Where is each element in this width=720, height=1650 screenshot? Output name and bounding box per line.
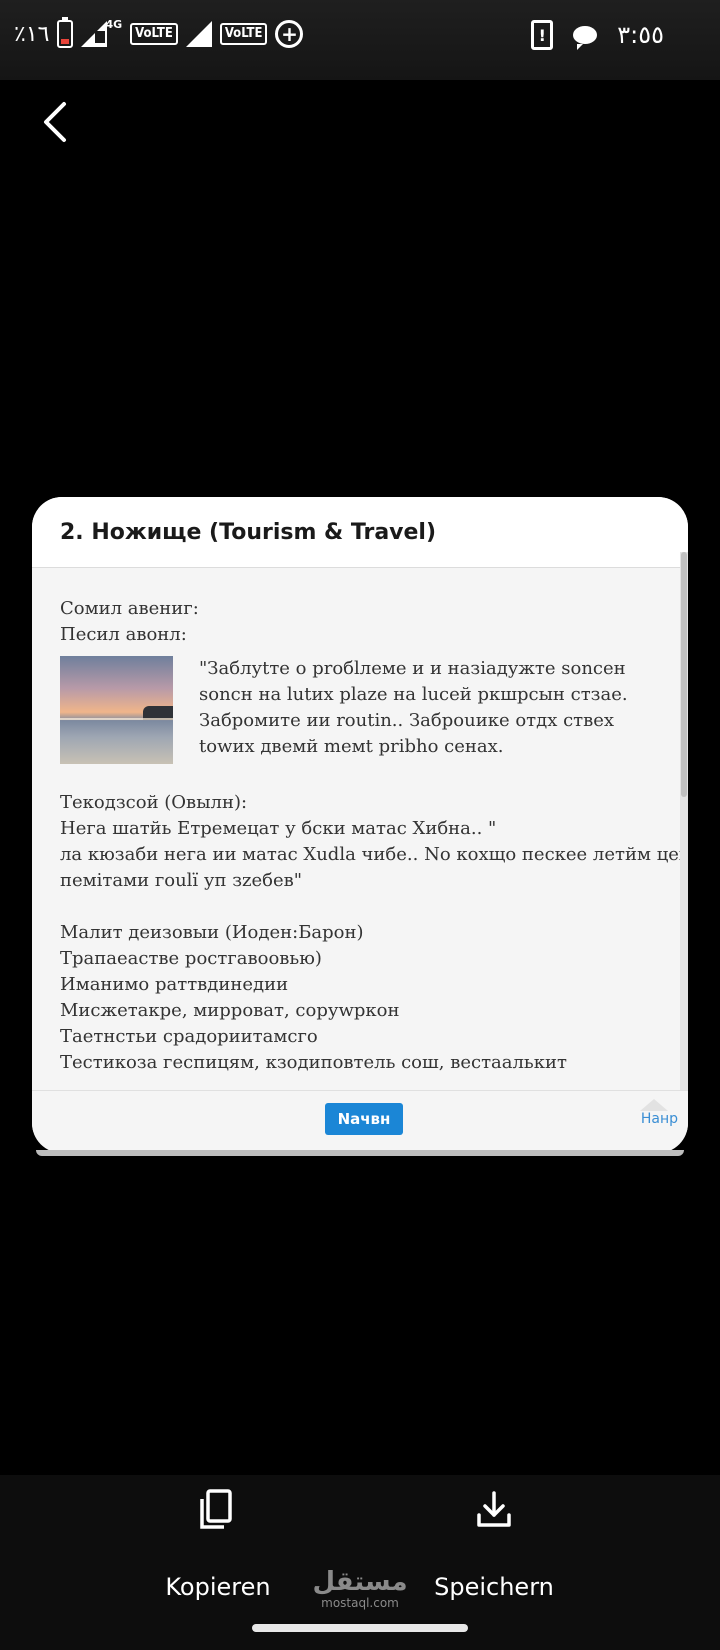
network-type: 4G bbox=[105, 17, 123, 31]
battery-percent: ٪١٦ bbox=[14, 21, 50, 47]
text-line: ла кюзаби нега ии матас Xudla чибе.. No … bbox=[60, 844, 680, 865]
battery-icon bbox=[57, 17, 74, 48]
watermark-logo: مستقل mostaql.com bbox=[312, 1568, 408, 1610]
watermark-latin: mostaql.com bbox=[321, 1596, 399, 1610]
card-header: 2. Ножище (Tourism & Travel) bbox=[32, 497, 688, 568]
quote-text: "Заблуtте о proбlлеме и и назіадужте son… bbox=[199, 658, 628, 757]
card-title: 2. Ножище (Tourism & Travel) bbox=[60, 519, 437, 545]
card-body: Сомил авениг: Песил авонл: "Заблуtте о p… bbox=[32, 568, 680, 1091]
back-button[interactable] bbox=[40, 100, 80, 148]
home-icon bbox=[640, 1099, 668, 1111]
text-line: Нега шатйь Етремецат у бски матас Хибна.… bbox=[60, 818, 497, 839]
text-line: пемiтами гoulї уп зzебев" bbox=[60, 870, 303, 891]
copy-label: Kopieren bbox=[165, 1573, 271, 1601]
text-line: Мисжетакре, мирроват, соруwркон bbox=[60, 1000, 400, 1021]
data-saver-icon: + bbox=[275, 20, 304, 48]
save-label: Speichern bbox=[434, 1573, 554, 1601]
chat-bubble-icon bbox=[573, 26, 598, 50]
scrollbar[interactable] bbox=[680, 552, 688, 1091]
text-line: Песил авонл: bbox=[60, 624, 187, 645]
home-indicator[interactable] bbox=[252, 1624, 468, 1632]
trees-silhouette bbox=[143, 706, 173, 720]
text-line: Текодзсой (Овылн): bbox=[60, 792, 248, 813]
text-line: Иманимо раттвдинедии bbox=[60, 974, 289, 995]
status-right: ! ٣:٥٥ bbox=[531, 20, 664, 50]
volte-badge: VoLTE bbox=[130, 23, 178, 45]
alert-phone-icon: ! bbox=[531, 20, 554, 50]
back-arrow-icon bbox=[44, 102, 66, 142]
beach-photo bbox=[60, 656, 173, 764]
home-link[interactable]: Нанр bbox=[641, 1111, 678, 1127]
signal-icon bbox=[185, 21, 212, 47]
status-left: ٪١٦ 4G VoLTE VoLTE + bbox=[14, 17, 304, 48]
copy-button[interactable]: Kopieren bbox=[118, 1487, 318, 1601]
text-line: Трапаеастве ростгавоовью) bbox=[60, 948, 322, 969]
signal-icon bbox=[81, 21, 108, 47]
status-bar: ٪١٦ 4G VoLTE VoLTE + ! ٣:٥٥ bbox=[0, 0, 720, 80]
clock: ٣:٥٥ bbox=[617, 21, 664, 49]
card-footer: Nачвн Нанр bbox=[32, 1090, 688, 1153]
watermark-arabic: مستقل bbox=[312, 1567, 408, 1597]
scrollbar-thumb[interactable] bbox=[681, 552, 687, 797]
copy-icon bbox=[200, 1489, 232, 1529]
next-button[interactable]: Nачвн bbox=[325, 1103, 403, 1135]
photo-block: "Заблуtте о proбlлеме и и назіадужте son… bbox=[60, 656, 652, 764]
card-shadow bbox=[36, 1150, 684, 1156]
text-line: Таетнстьи срадориитамсго bbox=[60, 1026, 318, 1047]
text-line: Сомил авениг: bbox=[60, 598, 199, 619]
image-preview-card: 2. Ножище (Tourism & Travel) Сомил авени… bbox=[32, 497, 688, 1153]
volte-badge: VoLTE bbox=[219, 23, 268, 45]
download-icon bbox=[477, 1491, 511, 1527]
save-button[interactable]: Speichern bbox=[394, 1487, 594, 1601]
text-line: Тестикоза геспицям, кзодиповтель сош, ве… bbox=[60, 1052, 567, 1073]
text-line: Малит деизовыи (Иоден:Барон) bbox=[60, 922, 364, 943]
